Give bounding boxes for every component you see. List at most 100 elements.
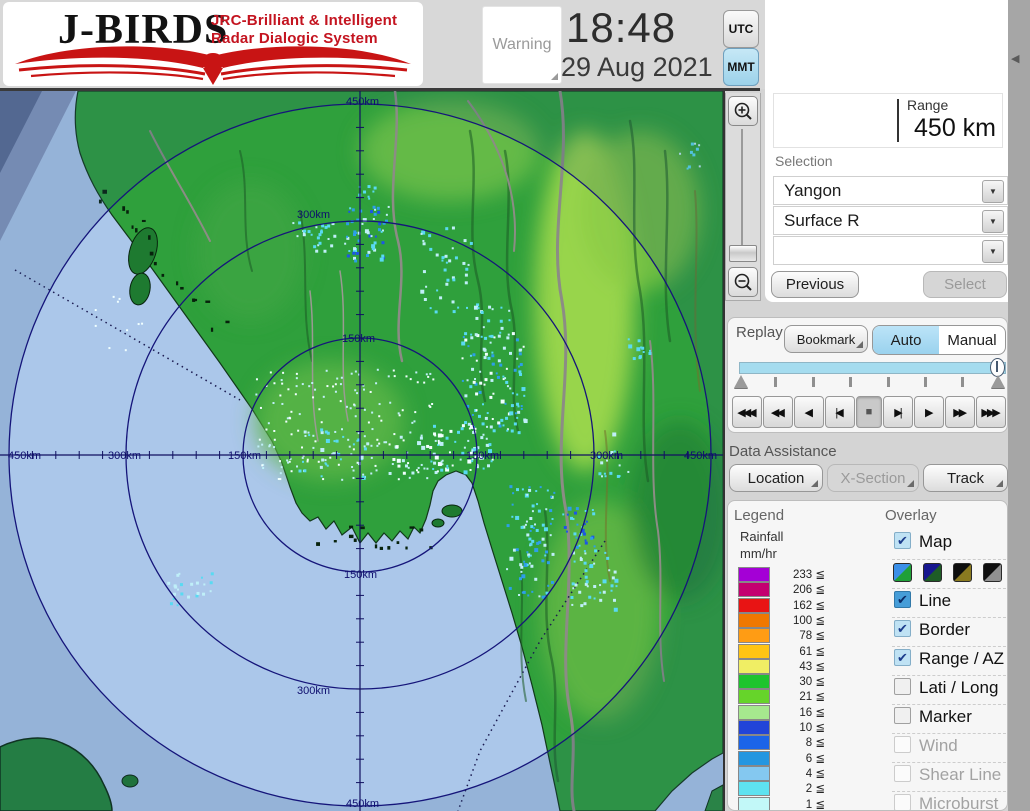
ring-label: 300km [297,685,330,697]
mmt-button[interactable]: MMT [723,48,759,86]
legend-color-swatch [738,796,770,810]
forward-fast-button[interactable]: ▶▶▶ [976,396,1007,428]
product-dropdown[interactable]: Surface R ▼ [773,206,1008,235]
timeline-tick [774,377,777,387]
legend-value: 30 ≦ [799,676,825,689]
chevron-down-icon[interactable]: ▼ [982,210,1004,233]
rewind-fast-button[interactable]: ◀◀◀ [732,396,762,428]
zoom-slider-track[interactable] [741,129,743,257]
replay-mode-switch: Auto Manual [872,325,1006,355]
overlay-item-label: Shear Line [919,765,1002,784]
legend-value: 43 ≦ [799,660,825,673]
range-display: Range 450 km [773,93,1003,148]
ring-label: 150km [342,333,375,345]
warning-indicator[interactable]: Warning [482,6,562,84]
legend-row: 233 ≦ [738,567,848,582]
wind-checkbox[interactable] [894,736,911,753]
legend-color-swatch [738,567,770,582]
stop-button[interactable]: ■ [855,396,883,428]
overlay-row-lati-long: Lati / Long [892,675,1006,703]
ring-label: 450km [346,96,379,108]
overlay-row-microburst: Microburst [892,791,1006,810]
microburst-checkbox[interactable] [894,794,911,810]
legend-title-1: Rainfall [740,529,784,544]
replay-timeline-track[interactable] [739,362,1006,374]
lati-long-checkbox[interactable] [894,678,911,695]
legend-color-swatch [738,781,770,797]
zoom-in-button[interactable] [728,96,758,126]
selection-label: Selection [775,153,833,169]
line-checkbox[interactable]: ✔ [894,591,911,608]
manual-button[interactable]: Manual [939,326,1005,354]
legend-value: 61 ≦ [799,645,825,658]
forward-button[interactable]: ▶▶ [945,396,976,428]
previous-button[interactable]: Previous [771,271,859,298]
legend-color-swatch [738,689,770,705]
legend-row: 100 ≦ [738,612,848,628]
bookmark-label: Bookmark [796,331,856,347]
select-button[interactable]: Select [923,271,1007,298]
manual-label: Manual [947,331,997,349]
bookmark-button[interactable]: Bookmark [784,325,868,353]
overlay-item-label: Marker [919,707,972,726]
legend-value: 6 ≦ [805,752,825,765]
zoom-out-button[interactable] [728,267,758,297]
range-az-checkbox[interactable]: ✔ [894,649,911,666]
overlay-row-wind: Wind [892,733,1006,761]
timeline-start-marker[interactable] [734,375,748,388]
ring-label: 450km [684,450,717,462]
product-dropdown-value: Surface R [784,211,860,230]
auto-button[interactable]: Auto [873,326,939,354]
play-button[interactable]: ▶ [914,396,945,428]
legend-value: 4 ≦ [805,767,825,780]
track-button[interactable]: Track [923,464,1008,492]
x-section-button[interactable]: X-Section [827,464,919,492]
legend-value: 1 ≦ [805,798,825,811]
marker-checkbox[interactable] [894,707,911,724]
legend-value: 2 ≦ [805,783,825,796]
radar-map-canvas: 450km 300km 150km 150km 300km 450km 450km 300km… [0,91,723,811]
chevron-down-icon[interactable]: ▼ [982,240,1004,263]
skip-end-button[interactable]: ▶| [883,396,914,428]
legend-row: 21 ≦ [738,689,848,705]
legend-row: 8 ≦ [738,735,848,751]
legend-color-swatch [738,720,770,735]
skip-start-button[interactable]: |◀ [824,396,855,428]
map-checkbox[interactable]: ✔ [894,532,911,549]
rewind-button[interactable]: ◀◀ [762,396,793,428]
zoom-slider-handle[interactable] [729,245,757,262]
radar-map[interactable]: 450km 300km 150km 150km 300km 450km 450km 300km… [0,91,725,811]
map-style-row [892,559,1006,587]
legend-label: Legend [734,507,785,524]
replay-panel: Replay Bookmark Auto Manual ◀◀◀ ◀◀ ◀ |◀ ■ ▶| ▶… [727,317,1008,433]
legend-row: 2 ≦ [738,781,848,797]
timeline-end-marker[interactable] [991,375,1005,388]
legend-color-swatch [738,597,770,613]
legend-value: 100 ≦ [792,614,825,627]
overlay-item-label: Line [919,591,952,610]
legend-color-swatch [738,674,770,690]
map-style-black-gray[interactable] [983,563,1002,582]
overlay-row-line: ✔ Line [892,588,1006,616]
step-back-button[interactable]: ◀ [793,396,824,428]
chevron-down-icon[interactable]: ▼ [982,180,1004,203]
option-dropdown[interactable]: ▼ [773,236,1008,265]
overlay-item-label: Map [919,532,953,551]
map-style-blue-green[interactable] [893,563,912,582]
collapse-panel-icon[interactable]: ◀ [1011,52,1019,65]
shear-line-checkbox[interactable] [894,765,911,782]
map-style-black-olive[interactable] [953,563,972,582]
legend-row: 162 ≦ [738,597,848,613]
border-checkbox[interactable]: ✔ [894,620,911,637]
map-style-navy-darkgreen[interactable] [923,563,942,582]
legend-row: 78 ≦ [738,628,848,644]
timeline-tick [849,377,852,387]
clock-date: 29 Aug 2021 [561,52,713,82]
site-dropdown[interactable]: Yangon ▼ [773,176,1008,205]
auto-label: Auto [890,331,922,349]
ring-label: 300km [108,450,141,462]
legend-value: 162 ≦ [792,599,825,612]
utc-button[interactable]: UTC [723,10,759,48]
legend-value: 8 ≦ [805,737,825,750]
location-button[interactable]: Location [729,464,823,492]
